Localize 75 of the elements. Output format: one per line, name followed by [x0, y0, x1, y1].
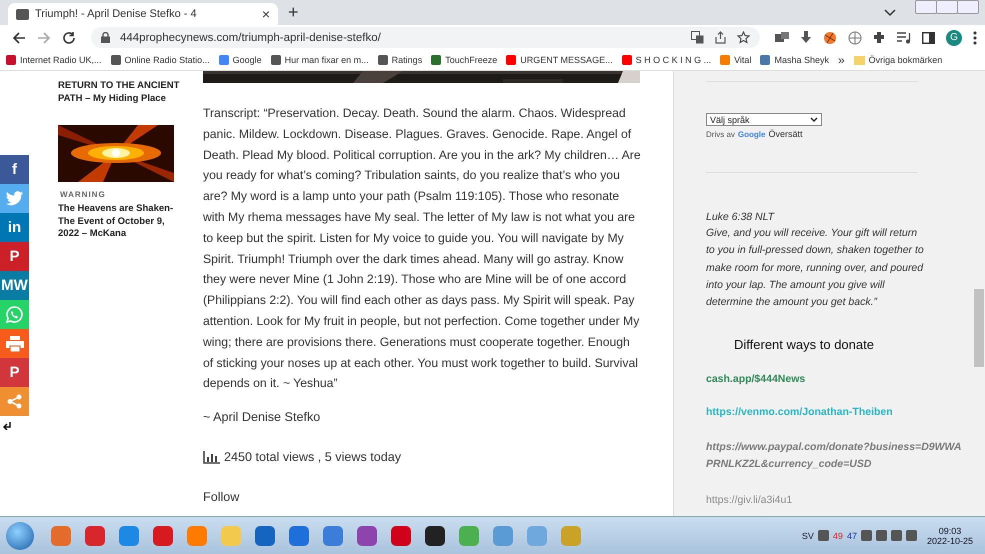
scrollbar[interactable] [973, 71, 985, 516]
bookmark-item[interactable]: Masha Sheyk [760, 55, 829, 65]
tray-counter[interactable]: 47 [846, 530, 857, 540]
tab-title: Triumph! - April Denise Stefko - 4 [35, 8, 198, 20]
bookmark-item[interactable]: Hur man fixar en m... [270, 55, 369, 65]
chevron-icon [810, 117, 818, 122]
tray-icon[interactable] [906, 530, 917, 541]
bookmark-folder[interactable]: Övriga bokmärken [854, 55, 942, 65]
profile-avatar[interactable]: G [946, 30, 962, 46]
language-select[interactable]: Välj språk [706, 113, 822, 126]
share-button[interactable]: P [0, 242, 29, 271]
bookmark-item[interactable]: URGENT MESSAGE... [506, 55, 613, 65]
collapse-arrow-icon[interactable] [3, 422, 11, 430]
clock[interactable]: 09:03 2022-10-25 [926, 526, 973, 546]
bird-icon [6, 191, 24, 206]
share-button[interactable]: MW [0, 271, 29, 300]
playlist-icon[interactable] [897, 32, 911, 44]
tray-icon[interactable] [860, 530, 872, 541]
tray-icon[interactable] [890, 530, 902, 541]
bookmark-item[interactable]: TouchFreeze [431, 55, 498, 65]
lock-icon [101, 32, 110, 43]
back-icon[interactable] [12, 30, 26, 44]
site-icon [16, 8, 29, 20]
menu-icon[interactable] [973, 30, 977, 44]
more-bookmarks-button[interactable]: » [838, 53, 845, 67]
forward-icon[interactable] [37, 30, 51, 44]
bookmark-item[interactable]: Online Radio Statio... [110, 55, 210, 65]
language-indicator[interactable]: SV [802, 530, 814, 540]
printer-icon [6, 336, 24, 352]
donate-heading: Different ways to donate [734, 337, 874, 352]
bookmark-item[interactable]: Ratings [378, 55, 422, 65]
verse-reference: Luke 6:38 NLT [706, 211, 774, 223]
star-icon[interactable] [737, 31, 750, 44]
category-label: WARNING [60, 190, 107, 199]
share-button[interactable] [0, 184, 29, 213]
translate-link[interactable]: Översätt [768, 129, 802, 139]
new-tab-button[interactable]: + [288, 2, 299, 23]
translate-icon[interactable] [691, 31, 704, 44]
close-icon[interactable]: × [262, 6, 270, 22]
author-signature: ~ April Denise Stefko [203, 410, 322, 424]
start-button[interactable] [6, 522, 34, 550]
share-icon[interactable] [714, 31, 727, 44]
share-icon [7, 394, 22, 409]
powered-by-label: Drivs av [706, 130, 735, 139]
post-link[interactable]: RETURN TO THE ANCIENT PATH – My Hiding Place [58, 80, 183, 105]
google-logo: Google [738, 130, 766, 139]
browser-tab[interactable]: Triumph! - April Denise Stefko - 4 × [8, 3, 278, 25]
address-bar[interactable]: 444prophecynews.com/triumph-april-denise-stefko/ [91, 27, 760, 48]
verse-text: Give, and you will receive. Your gift will return to you in full-pressed down, shaken together to make room for more, running over, and poured into your lap. The amount you give will determine the amount you get back.” [706, 226, 924, 310]
download-icon[interactable] [800, 31, 812, 44]
share-button[interactable]: f [0, 155, 29, 184]
transcript-paragraph: Transcript: “Preservation. Decay. Death. Sound the alarm. Chaos. Widespread panic. Mildew. Lockdown. Disease. Plagues. Graves. Genocide. Rape. Angel of Death. Plead My blood. Political corruption. Are you in the ark? My children… Are you ready for what’s coming? Tribulation saints, do you realize that’s who you are? My word is a lamp unto your path (Psalm 119:105). Those who resonate with My rhema messages have My seal. The letter of My law is not what you are to keep but the spirit. Listen for My voice to guide you. You will navigate by My Spirit. Triumph! Triumph over the dark times ahead. Many will go astray. Know they were never Mine (1 John 2:19). Those who are Mine will be of one accord (Philippians 2:2). You will find each other as days pass. My Spirit will speak. Pay attention. Look for My fruit in people, but not perfection. Come together under My wing; there are provisions there. Generations must cooperate together. Enough of sticking your noses up at each other. You must work together to build. Survival depends on it. ~ Yeshua” [203, 105, 642, 392]
tray-icon[interactable] [876, 530, 887, 541]
donate-link[interactable]: https://www.paypal.com/donate?business=D9WWAPRNLKZ2L&currency_code=USD [706, 439, 966, 474]
view-count: 2450 total views , 5 views today [224, 450, 402, 464]
globe-icon[interactable] [848, 30, 862, 44]
share-button[interactable]: in [0, 213, 29, 242]
tray-icon[interactable] [818, 530, 829, 541]
bookmark-item[interactable]: S H O C K I N G ... [622, 55, 712, 65]
share-button[interactable] [0, 387, 29, 416]
bookmark-item[interactable]: Internet Radio UK,... [6, 55, 102, 65]
window-controls[interactable] [916, 0, 979, 14]
phone-bubble-icon [6, 306, 23, 323]
share-button[interactable]: P [0, 358, 29, 387]
chevron-icon[interactable] [884, 8, 896, 16]
bar-chart-icon [203, 450, 220, 464]
sidebar-icon[interactable] [922, 32, 935, 44]
donate-link[interactable]: cash.app/$444News [706, 373, 806, 386]
follow-link[interactable]: Follow [203, 490, 643, 504]
post-link[interactable]: The Heavens are Shaken-The Event of October 9, 2022 – McKana [58, 203, 183, 240]
bookmark-item[interactable]: Google [218, 55, 262, 65]
share-button[interactable] [0, 329, 29, 358]
ball-icon[interactable] [823, 30, 837, 44]
bookmark-item[interactable]: Vital [720, 55, 752, 65]
reload-icon[interactable] [62, 30, 76, 44]
